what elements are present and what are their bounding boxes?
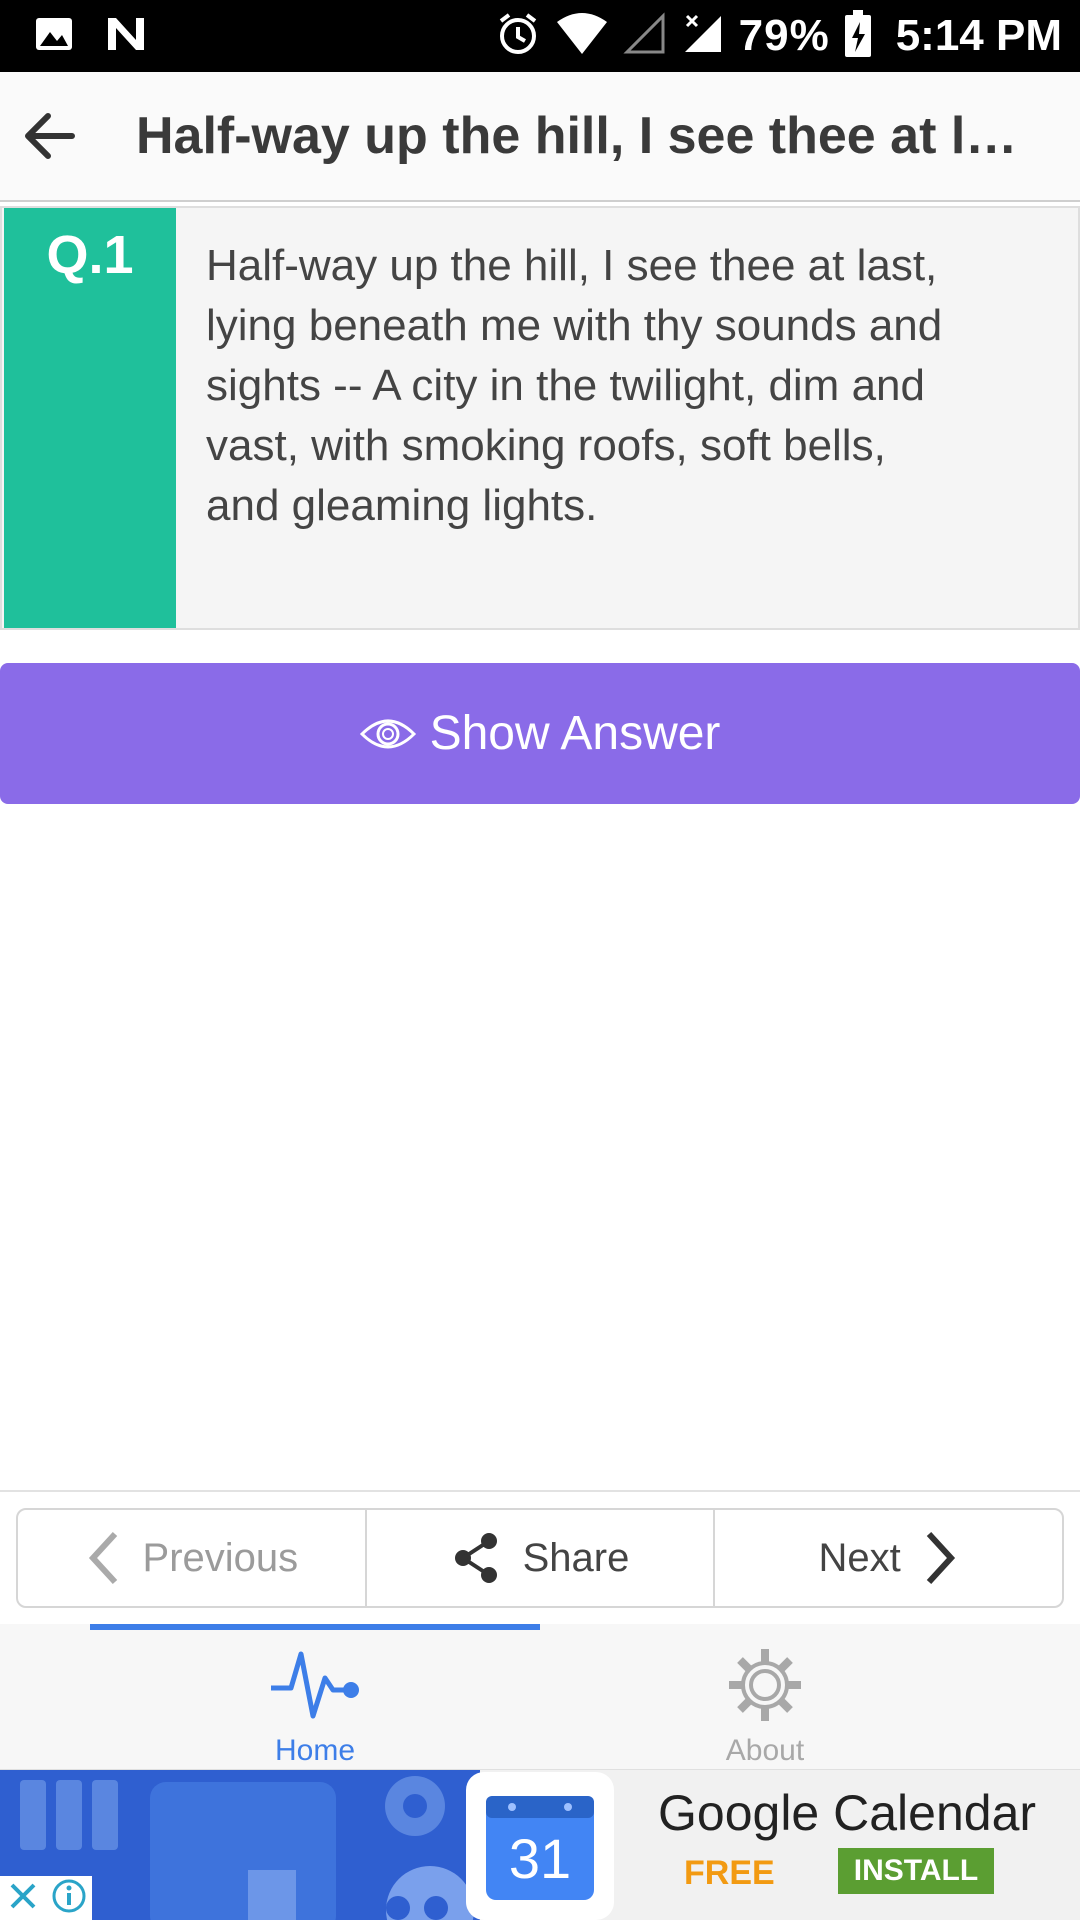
n-notification-icon — [104, 14, 148, 59]
show-answer-label: Show Answer — [429, 707, 721, 760]
ad-banner[interactable]: 31 Google Calendar FREE INSTALL — [0, 1770, 1080, 1920]
alarm-icon — [495, 11, 541, 62]
image-notification-icon — [34, 14, 74, 59]
tab-home[interactable]: Home — [165, 1634, 465, 1767]
ad-controls — [0, 1876, 92, 1920]
bottom-tab-bar: Home About — [0, 1624, 1080, 1770]
signal-empty-icon — [623, 11, 667, 61]
chevron-left-icon — [88, 1531, 117, 1585]
show-answer-button[interactable]: Show Answer — [0, 663, 1080, 804]
page-title: Half-way up the hill, I see thee at l… — [136, 107, 1018, 165]
question-number: Q.1 — [46, 225, 134, 285]
tab-about-label: About — [725, 1734, 805, 1767]
share-label: Share — [522, 1535, 630, 1580]
battery-charging-icon — [844, 9, 872, 63]
ad-info-icon[interactable] — [51, 1878, 87, 1919]
signal-icon — [681, 12, 725, 61]
tab-home-label: Home — [274, 1734, 356, 1767]
share-icon — [454, 1533, 497, 1583]
previous-label: Previous — [142, 1535, 299, 1580]
ad-price-label: FREE — [684, 1854, 775, 1892]
calendar-day-number: 31 — [509, 1827, 571, 1890]
tab-about[interactable]: About — [615, 1634, 915, 1767]
status-bar: 79% 5:14 PM — [0, 0, 1080, 72]
clock: 5:14 PM — [895, 11, 1062, 60]
next-button[interactable]: Next — [713, 1510, 1062, 1606]
pulse-icon — [271, 1651, 359, 1719]
app-bar: Half-way up the hill, I see thee at l… — [0, 72, 1080, 202]
question-text: Half-way up the hill, I see thee at last… — [206, 241, 943, 530]
ad-close-icon[interactable] — [6, 1879, 40, 1918]
ad-install-button[interactable]: INSTALL — [838, 1848, 994, 1894]
wifi-icon — [555, 12, 609, 61]
previous-button[interactable]: Previous — [18, 1510, 365, 1606]
arrow-left-icon — [25, 113, 75, 159]
next-label: Next — [818, 1535, 901, 1580]
eye-icon — [359, 719, 416, 748]
question-navigation: Previous Share Next — [0, 1490, 1080, 1624]
share-button[interactable]: Share — [364, 1510, 714, 1606]
ad-app-name: Google Calendar — [658, 1785, 1037, 1841]
gear-icon — [729, 1649, 801, 1721]
active-tab-indicator — [90, 1624, 540, 1630]
chevron-right-icon — [926, 1531, 955, 1585]
question-number-badge: Q.1 — [4, 208, 176, 628]
question-nav-buttons: Previous Share Next — [16, 1508, 1064, 1608]
calendar-app-logo: 31 — [466, 1772, 614, 1920]
question-card: Q.1 Half-way up the hill, I see thee at … — [0, 206, 1080, 630]
battery-percent: 79% — [738, 11, 830, 60]
back-button[interactable] — [18, 104, 82, 168]
